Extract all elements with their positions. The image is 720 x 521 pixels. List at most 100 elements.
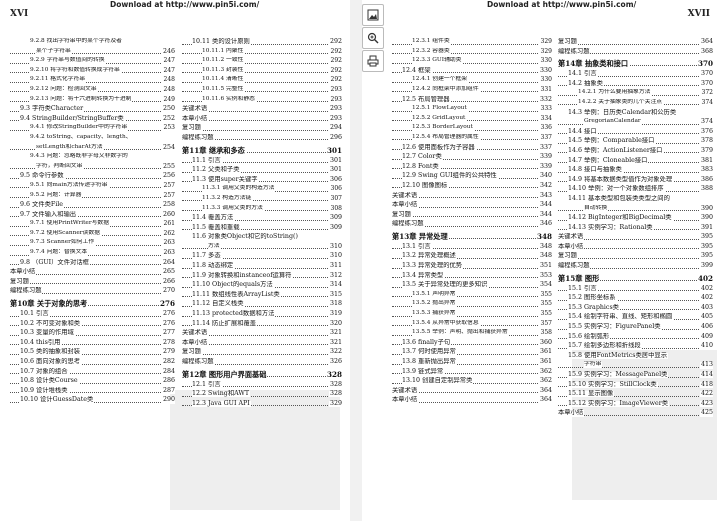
- toc-entry: 编程练习题 326: [182, 358, 342, 368]
- toc-entry-page: 249: [162, 95, 175, 103]
- toc-entry-title: 10.8 设计类Course: [20, 377, 79, 385]
- toc-entry-page: 422: [699, 390, 713, 398]
- toc-entry: 10.5 类的抽象和封装 279: [10, 348, 175, 358]
- zoom-icon[interactable]: [362, 27, 384, 49]
- toc-entry: 12.5.2 GridLayout 334: [392, 115, 552, 125]
- toc-entry-page: 370: [696, 59, 713, 69]
- toc-entry-title: 14.3 举例：日历类Calendar和公历类: [568, 108, 678, 116]
- toc-entry: 11.3.2 构造方法链 307: [182, 195, 342, 205]
- toc-entry: 14.9 将基本数据类型值作为对象处理 386: [558, 176, 713, 186]
- toc-entry-page: 364: [538, 386, 552, 395]
- toc-entry-title: 字符串: [584, 361, 603, 369]
- toc-entry-title: 9.4 StringBuilder/StringBuffer类: [20, 114, 125, 123]
- toc-entry-title: 9.8 （GUI）文件对话框: [20, 258, 90, 266]
- dot-leader: [558, 257, 699, 259]
- toc-entry-title: 15.10 实例学习：StillClock类: [568, 380, 658, 388]
- toc-entry-title: 10.10 设计GuessDate类: [20, 396, 95, 404]
- toc-entry-page: 284: [161, 367, 175, 375]
- toc-entry-title: 14.5 举例：Comparable接口: [568, 137, 656, 145]
- toc-entry-title: 15.6 绘制弧形: [568, 332, 611, 340]
- toc-entry-page: 266: [161, 277, 175, 286]
- toc-entry-page: 364: [538, 396, 552, 404]
- toc-entry-page: 403: [699, 303, 713, 312]
- toc-entry-page: 355: [539, 310, 552, 318]
- toc-entry-title: 11.12 自定义栈类: [192, 300, 245, 308]
- toc-entry: 11.3.3 调用父类的方法 308: [182, 205, 342, 215]
- toc-entry-title: 12.4 框架: [402, 66, 432, 75]
- image-icon[interactable]: [362, 4, 384, 26]
- toc-entry: 9.4 StringBuilder/StringBuffer类 252: [10, 115, 175, 125]
- toc-entry-title: 10.11.6 实例和静态: [202, 95, 256, 103]
- toc-entry-title: 13.3 异常处理的优势: [402, 262, 464, 270]
- toc-entry-page: 314: [328, 281, 342, 289]
- toc-entry-title: 15.8 使用FontMetrics类居中显示: [568, 351, 668, 360]
- toc-entry-page: 310: [328, 252, 342, 260]
- toc-entry: 9.7.3 Scanner如何工作 263: [10, 239, 175, 249]
- toc-entry-title: 12.5.3 BorderLayout: [412, 124, 474, 132]
- toc-entry-title: 14.2.2 关于抽象类的几个关注点: [578, 98, 664, 106]
- toc-entry-title: 15.4 绘制字符串、直线、矩形和椭圆: [568, 313, 674, 321]
- toc-entry-page: 402: [699, 284, 713, 292]
- toc-entry-page: 257: [162, 191, 175, 199]
- toc-entry: 13.5 关于异常处理的更多知识 354: [392, 281, 552, 291]
- toc-entry-page: 279: [161, 348, 175, 356]
- toc-entry-title: 10.7 对象的组合: [20, 367, 69, 375]
- toc-entry: 9.5.1 向main方法传递字符串 257: [10, 182, 175, 192]
- toc-entry: 15.12 实例学习：ImageViewer类 423: [558, 400, 713, 410]
- toc-entry: 13.8 重新抛出异常 361: [392, 358, 552, 368]
- toc-entry-page: 386: [699, 175, 713, 184]
- toc-entry-title: 10.11.5 完整性: [202, 85, 245, 93]
- toc-entry-title: 15.12 实例学习：ImageViewer类: [568, 399, 670, 408]
- toc-entry: 9.8 （GUI）文件对话框 264: [10, 259, 175, 269]
- toc-entry-title: 第13章 异常处理: [392, 231, 449, 241]
- toc-entry-title: 复习题: [392, 210, 412, 218]
- toc-entry: 9.7.1 使用PrintWriter写数据 261: [10, 220, 175, 230]
- toc-entry: 15.5 实例学习：FigurePanel类 406: [558, 323, 713, 333]
- toc-entry: 本章小结 425: [558, 409, 713, 419]
- toc-entry: 9.3 字符类Character 250: [10, 105, 175, 115]
- toc-entry: 12.4.2 向框架中添加组件 331: [392, 86, 552, 96]
- toc-entry-page: 370: [699, 70, 713, 78]
- toc-entry-title: 12.3.2 容器类: [412, 47, 451, 55]
- toc-entry-page: 263: [162, 239, 175, 247]
- toc-entry: 13.10 创建自定制异常类 362: [392, 377, 552, 387]
- dot-leader: [10, 283, 161, 285]
- toc-entry-page: 395: [699, 233, 713, 241]
- toc-entry-title: 第15章 图形: [558, 273, 601, 283]
- toc-entry: 12.7 Color类 339: [392, 153, 552, 163]
- toc-entry: 15.6 绘制弧形 409: [558, 333, 713, 343]
- toc-entry-title: 9.6 文件类File: [20, 201, 65, 209]
- toc-entry-title: 11.10 Object的equals方法: [192, 281, 274, 289]
- toc-entry-title: 第14章 抽象类和接口: [558, 59, 630, 69]
- print-icon[interactable]: [362, 50, 384, 72]
- toc-entry: 9.2.13 问题：将十六进制转换为十进制 249: [10, 96, 175, 106]
- toc-entry-title: 12.2 Swing和AWT: [192, 390, 251, 398]
- toc-entry-page: 402: [696, 273, 713, 283]
- toc-entry-page: 340: [538, 172, 552, 180]
- toc-entry-title: 10.1 引言: [20, 310, 50, 318]
- toc-entry-page: 306: [329, 185, 342, 193]
- toc-entry-page: 414: [699, 371, 713, 379]
- toc-entry-title: 关键术语: [558, 233, 585, 241]
- toc-entry-title: 9.7.3 Scanner如何工作: [30, 239, 96, 247]
- toc-entry-page: 286: [161, 377, 175, 385]
- toc-entry-title: 12.5.4 布局管理器的属性: [412, 133, 480, 141]
- toc-entry-title: 12.4.1 创建一个框架: [412, 76, 469, 84]
- toc-entry-title: 14.2.1 为什么要用抽象方法: [578, 89, 652, 97]
- toc-entry-title: 本章小结: [558, 242, 585, 251]
- toc-entry: 14.7 举例：Cloneable接口 381: [558, 157, 713, 167]
- toc-entry: 10.3 变量的作用域 277: [10, 329, 175, 339]
- toc-entry: 9.6 文件类File 258: [10, 201, 175, 211]
- toc-entry: 14.12 BigInteger和BigDecimal类 390: [558, 214, 713, 224]
- toc-entry-page: 348: [538, 242, 552, 251]
- toc-entry-title: 11.2 父类和子类: [192, 166, 241, 174]
- toc-entry-title: 13.4 异常类型: [402, 271, 445, 279]
- toc-entry-title: 字符，判断回文串: [36, 162, 84, 170]
- toc-entry: 15.1 引言 402: [558, 285, 713, 295]
- dot-leader: [10, 53, 161, 55]
- toc-entry: 10.2 不可变对象和类 276: [10, 320, 175, 330]
- toc-entry-title: 15.11 显示图像: [568, 390, 615, 398]
- toc-entry-page: 255: [161, 162, 175, 171]
- toc-entry-title: 13.5.1 声明异常: [412, 290, 457, 298]
- toc-entry-title: 第10章 关于对象的思考: [10, 299, 89, 309]
